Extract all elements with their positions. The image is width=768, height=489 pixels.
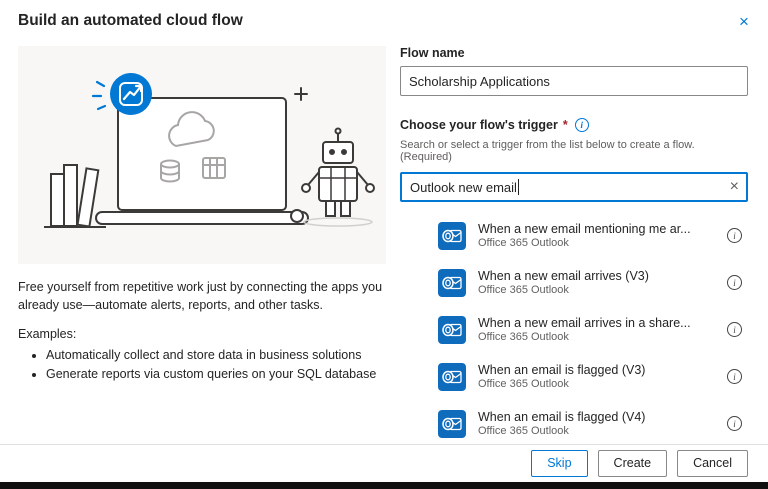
left-panel: Free yourself from repetitive work just … (18, 46, 386, 384)
build-flow-dialog: Build an automated cloud flow × (0, 0, 768, 489)
required-asterisk: * (563, 118, 568, 132)
text-caret (518, 179, 519, 195)
trigger-list-item[interactable]: When an email is flagged (V4) Office 365… (400, 400, 748, 447)
info-icon[interactable]: i (727, 369, 742, 384)
outlook-icon (438, 316, 466, 344)
trigger-title: When a new email arrives in a share... (478, 316, 727, 330)
dialog-description: Free yourself from repetitive work just … (18, 278, 386, 314)
skip-button[interactable]: Skip (531, 450, 587, 477)
trigger-list-item[interactable]: When an email is flagged (V3) Office 365… (400, 353, 748, 400)
examples-label: Examples: (18, 327, 386, 341)
page-title: Build an automated cloud flow (18, 12, 243, 30)
example-item: Automatically collect and store data in … (46, 346, 386, 365)
trigger-subtitle: Office 365 Outlook (478, 425, 727, 437)
dialog-footer: Skip Create Cancel (0, 444, 768, 481)
form-panel: Flow name Choose your flow's trigger * i… (400, 46, 748, 447)
outlook-icon (438, 269, 466, 297)
trigger-help-text: Search or select a trigger from the list… (400, 139, 748, 163)
trigger-list-item[interactable]: When a new email mentioning me ar... Off… (400, 212, 748, 259)
close-icon: × (739, 12, 749, 31)
trigger-subtitle: Office 365 Outlook (478, 237, 727, 249)
trigger-title: When an email is flagged (V4) (478, 410, 727, 424)
info-icon[interactable]: i (575, 118, 589, 132)
flow-name-label: Flow name (400, 46, 748, 60)
trigger-list-item[interactable]: When a new email arrives (V3) Office 365… (400, 259, 748, 306)
example-item: Generate reports via custom queries on y… (46, 365, 386, 384)
trigger-label-row: Choose your flow's trigger * i (400, 118, 748, 132)
cloud-flow-illustration (18, 46, 386, 264)
trigger-subtitle: Office 365 Outlook (478, 284, 727, 296)
trigger-list: When a new email mentioning me ar... Off… (400, 212, 748, 447)
outlook-icon (438, 410, 466, 438)
trigger-search-input[interactable]: Outlook new email × (400, 172, 748, 202)
trigger-title: When a new email arrives (V3) (478, 269, 727, 283)
close-button[interactable]: × (732, 10, 756, 34)
clear-search-icon[interactable]: × (730, 176, 739, 198)
outlook-icon (438, 363, 466, 391)
window-bottom-edge (0, 482, 768, 489)
outlook-icon (438, 222, 466, 250)
info-icon[interactable]: i (727, 228, 742, 243)
illustration-image (18, 46, 386, 264)
trigger-title: When an email is flagged (V3) (478, 363, 727, 377)
info-icon[interactable]: i (727, 275, 742, 290)
create-button[interactable]: Create (598, 450, 668, 477)
search-text: Outlook new email (410, 180, 517, 195)
info-icon[interactable]: i (727, 416, 742, 431)
info-icon[interactable]: i (727, 322, 742, 337)
trigger-label: Choose your flow's trigger (400, 118, 558, 132)
trigger-subtitle: Office 365 Outlook (478, 378, 727, 390)
cancel-button[interactable]: Cancel (677, 450, 748, 477)
trigger-title: When a new email mentioning me ar... (478, 222, 727, 236)
trigger-list-item[interactable]: When a new email arrives in a share... O… (400, 306, 748, 353)
examples-list: Automatically collect and store data in … (18, 346, 386, 384)
flow-name-input[interactable] (400, 66, 748, 96)
trigger-subtitle: Office 365 Outlook (478, 331, 727, 343)
